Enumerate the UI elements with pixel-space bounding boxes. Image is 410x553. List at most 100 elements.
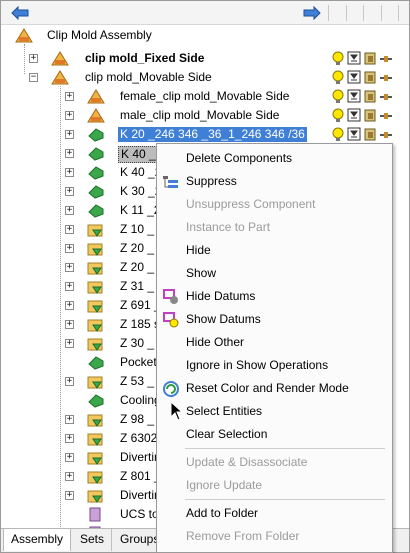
tab-assembly[interactable]: Assembly <box>3 529 72 551</box>
part-status-icon[interactable] <box>363 89 377 104</box>
connection-icon[interactable] <box>379 70 393 85</box>
menu-item-label: Delete Components <box>186 151 293 165</box>
menu-item-hide-other[interactable]: Hide Other <box>157 331 392 354</box>
assembly-icon <box>87 108 105 123</box>
assembly-icon <box>15 28 33 43</box>
visibility-flag-icon[interactable] <box>347 108 361 123</box>
part-icon <box>87 146 105 161</box>
menu-item-label: Unsuppress Component <box>186 197 316 211</box>
menu-item-show-datums[interactable]: Show Datums <box>157 308 392 331</box>
expand-toggle[interactable]: + <box>65 187 74 196</box>
expand-toggle[interactable]: + <box>65 377 74 386</box>
expand-toggle[interactable]: + <box>29 54 38 63</box>
assembly-icon <box>51 70 69 85</box>
visibility-flag-icon[interactable] <box>347 89 361 104</box>
component-folder-icon <box>87 298 105 313</box>
reset-color-icon <box>162 380 180 397</box>
menu-item-instance-to-part[interactable]: Instance to Part <box>157 216 392 239</box>
part-status-icon[interactable] <box>363 108 377 123</box>
expand-toggle[interactable]: + <box>65 225 74 234</box>
expand-toggle[interactable]: + <box>65 301 74 310</box>
expand-toggle[interactable]: + <box>65 244 74 253</box>
menu-item-clear-selection[interactable]: Clear Selection <box>157 423 392 446</box>
menu-item-label: Instance to Part <box>186 220 271 234</box>
show-datums-icon <box>162 311 180 328</box>
toolbar <box>1 1 409 25</box>
back-icon[interactable] <box>9 4 31 22</box>
tree-item-label: female_clip mold_Movable Side <box>120 89 290 103</box>
menu-item-unsuppress-component[interactable]: Unsuppress Component <box>157 193 392 216</box>
part-icon <box>87 393 105 408</box>
component-folder-icon <box>87 469 105 484</box>
tree-item[interactable]: + male_clip mold_Movable Side <box>1 106 409 125</box>
menu-item-ignore-in-show-operations[interactable]: Ignore in Show Operations <box>157 354 392 377</box>
tab-sets[interactable]: Sets <box>73 529 113 551</box>
expand-toggle[interactable]: + <box>65 434 74 443</box>
lightbulb-icon[interactable] <box>331 70 345 85</box>
expand-toggle[interactable]: + <box>65 206 74 215</box>
tree-item[interactable]: − clip mold_Movable Side <box>1 68 409 87</box>
ucs-icon <box>87 507 105 522</box>
tree-item-label: K 20 _246 346 _36_1_246 346 /36 <box>118 127 307 142</box>
component-folder-icon <box>87 488 105 503</box>
menu-item-select-entities[interactable]: Select Entities <box>157 400 392 423</box>
menu-item-label: Hide Datums <box>186 289 256 303</box>
expand-toggle[interactable]: + <box>65 130 74 139</box>
menu-item-label: Clear Selection <box>186 427 268 441</box>
component-folder-icon <box>87 450 105 465</box>
expand-toggle[interactable]: + <box>65 472 74 481</box>
lightbulb-icon[interactable] <box>331 108 345 123</box>
visibility-flag-icon[interactable] <box>347 51 361 66</box>
visibility-flag-icon[interactable] <box>347 127 361 142</box>
lightbulb-icon[interactable] <box>331 51 345 66</box>
tree-item[interactable]: + female_clip mold_Movable Side <box>1 87 409 106</box>
expand-toggle[interactable]: + <box>65 415 74 424</box>
expand-toggle[interactable]: + <box>65 263 74 272</box>
menu-item-ignore-update[interactable]: Ignore Update <box>157 474 392 497</box>
expand-toggle[interactable]: + <box>65 282 74 291</box>
part-status-icon[interactable] <box>363 51 377 66</box>
expand-toggle[interactable]: + <box>65 149 74 158</box>
row-status-icons <box>329 70 409 85</box>
component-folder-icon <box>87 260 105 275</box>
visibility-flag-icon[interactable] <box>347 70 361 85</box>
menu-item-suppress[interactable]: Suppress <box>157 170 392 193</box>
tree-root-label: Clip Mold Assembly <box>47 28 152 42</box>
expand-toggle[interactable]: + <box>65 111 74 120</box>
connection-icon[interactable] <box>379 127 393 142</box>
menu-item-hide[interactable]: Hide <box>157 239 392 262</box>
expand-toggle[interactable]: + <box>65 491 74 500</box>
menu-item-hide-datums[interactable]: Hide Datums <box>157 285 392 308</box>
tree-root[interactable]: Clip Mold Assembly <box>1 26 409 45</box>
tree-item[interactable]: + clip mold_Fixed Side <box>1 49 409 68</box>
menu-item-label: Hide <box>186 243 211 257</box>
expand-toggle[interactable]: + <box>65 339 74 348</box>
lightbulb-icon[interactable] <box>331 127 345 142</box>
row-status-icons <box>329 89 409 104</box>
connection-icon[interactable] <box>379 89 393 104</box>
collapse-toggle[interactable]: − <box>29 73 38 82</box>
assembly-icon <box>87 89 105 104</box>
menu-item-label: Add to Folder <box>186 506 259 520</box>
menu-item-add-to-folder[interactable]: Add to Folder <box>157 502 392 525</box>
menu-item-reset-color-and-render-mode[interactable]: Reset Color and Render Mode <box>157 377 392 400</box>
part-status-icon[interactable] <box>363 70 377 85</box>
connection-icon[interactable] <box>379 51 393 66</box>
part-status-icon[interactable] <box>363 127 377 142</box>
menu-item-show[interactable]: Show <box>157 262 392 285</box>
part-icon <box>87 165 105 180</box>
expand-toggle[interactable]: + <box>65 320 74 329</box>
menu-item-update-disassociate[interactable]: Update & Disassociate <box>157 451 392 474</box>
component-folder-icon <box>87 222 105 237</box>
expand-toggle[interactable]: + <box>65 453 74 462</box>
forward-icon[interactable] <box>301 4 323 22</box>
tree-item[interactable]: + K 20 _246 346 _36_1_246 346 /36 <box>1 125 409 144</box>
lightbulb-icon[interactable] <box>331 89 345 104</box>
menu-item-delete-components[interactable]: Delete Components <box>157 147 392 170</box>
menu-item-remove-from-folder[interactable]: Remove From Folder <box>157 525 392 548</box>
connection-icon[interactable] <box>379 108 393 123</box>
expand-toggle[interactable]: + <box>65 168 74 177</box>
menu-item-label: Select Entities <box>186 404 263 418</box>
menu-item-label: Update & Disassociate <box>186 455 308 469</box>
expand-toggle[interactable]: + <box>65 92 74 101</box>
